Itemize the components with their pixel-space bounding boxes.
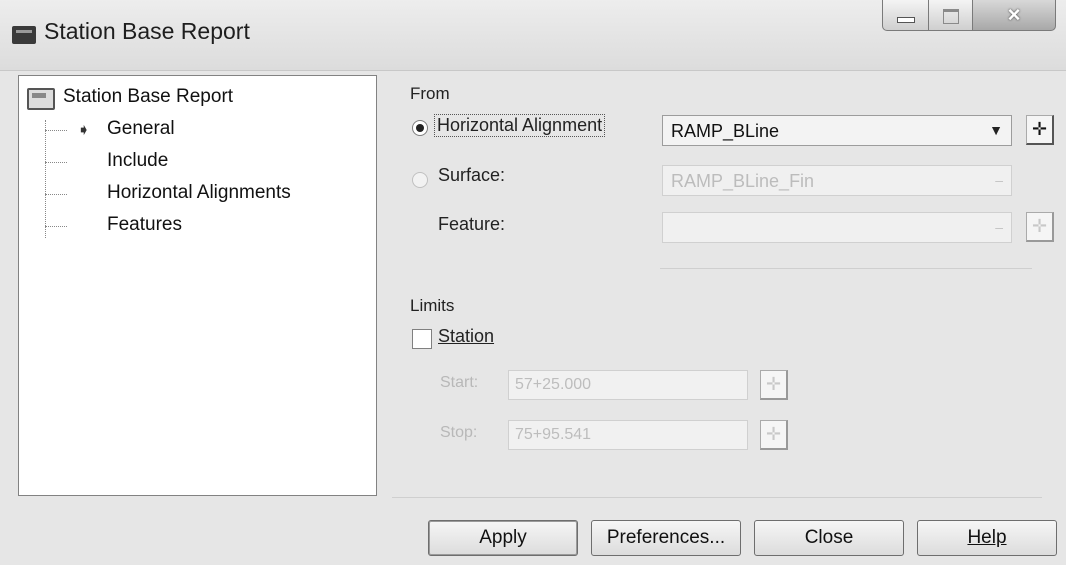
feature-combo[interactable]: – xyxy=(662,212,1012,243)
window-title: Station Base Report xyxy=(44,18,250,44)
tree-item-general[interactable]: General xyxy=(107,118,175,140)
tree-item-horizontal-alignments[interactable]: Horizontal Alignments xyxy=(107,182,291,204)
pick-stop-button[interactable]: ✛ xyxy=(760,420,788,450)
maximize-button[interactable] xyxy=(928,0,974,31)
apply-button[interactable]: Apply xyxy=(428,520,578,556)
close-window-button[interactable]: × xyxy=(972,0,1056,31)
limits-group-label: Limits xyxy=(410,296,455,315)
help-button[interactable]: Help xyxy=(917,520,1057,556)
surface-value: RAMP_BLine_Fin xyxy=(671,171,815,191)
surface-radio[interactable] xyxy=(412,172,428,188)
horizontal-alignment-radio[interactable] xyxy=(412,120,428,136)
chevron-down-icon: ▼ xyxy=(989,122,1003,138)
preferences-button[interactable]: Preferences... xyxy=(591,520,741,556)
surface-label: Surface: xyxy=(438,165,506,185)
tree-connector xyxy=(45,130,67,131)
chevron-down-icon: – xyxy=(995,172,1003,188)
stop-station-field[interactable]: 75+95.541 xyxy=(508,420,748,450)
bottom-separator xyxy=(392,497,1042,498)
chevron-down-icon: – xyxy=(995,219,1003,235)
start-station-field[interactable]: 57+25.000 xyxy=(508,370,748,400)
horizontal-alignment-label[interactable]: Horizontal Alignment xyxy=(434,114,606,137)
minimize-icon xyxy=(897,17,915,23)
tree-connector xyxy=(45,162,67,163)
app-icon xyxy=(12,26,36,44)
horizontal-alignment-combo[interactable]: RAMP_BLine ▼ xyxy=(662,115,1012,146)
pick-start-button[interactable]: ✛ xyxy=(760,370,788,400)
horizontal-alignment-value: RAMP_BLine xyxy=(671,121,780,141)
separator xyxy=(660,268,1032,269)
close-icon: × xyxy=(1007,2,1021,27)
maximize-icon xyxy=(943,9,959,24)
from-group-label: From xyxy=(410,84,450,103)
report-tree: Station Base Report ➧ General Include Ho… xyxy=(18,75,377,496)
tree-connector xyxy=(45,120,46,238)
tree-connector xyxy=(45,226,67,227)
selected-arrow-icon: ➧ xyxy=(77,122,91,139)
tree-connector xyxy=(45,194,67,195)
pick-feature-button[interactable]: ✛ xyxy=(1026,212,1054,242)
report-folder-icon xyxy=(27,88,55,110)
tree-item-include[interactable]: Include xyxy=(107,150,168,172)
station-label[interactable]: Station xyxy=(438,326,494,347)
minimize-button[interactable] xyxy=(882,0,930,31)
tree-root-label[interactable]: Station Base Report xyxy=(63,86,233,108)
close-button[interactable]: Close xyxy=(754,520,904,556)
surface-combo[interactable]: RAMP_BLine_Fin – xyxy=(662,165,1012,196)
title-bar: Station Base Report × xyxy=(0,0,1066,71)
start-label: Start: xyxy=(440,374,479,391)
pick-alignment-button[interactable]: ✛ xyxy=(1026,115,1054,145)
station-checkbox[interactable] xyxy=(412,329,432,349)
feature-label: Feature: xyxy=(438,214,506,234)
stop-label: Stop: xyxy=(440,424,478,441)
tree-item-features[interactable]: Features xyxy=(107,214,182,236)
